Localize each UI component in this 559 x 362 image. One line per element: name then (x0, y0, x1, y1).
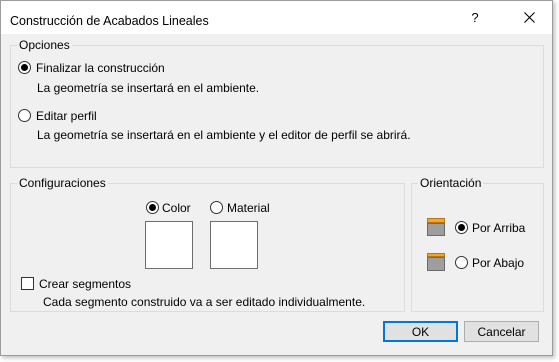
help-button[interactable]: ? (456, 1, 494, 34)
cancel-button[interactable]: Cancelar (464, 321, 539, 342)
material-swatch[interactable] (210, 221, 258, 269)
orientacion-group: Orientación Por Arriba Por Abajo (411, 176, 544, 312)
cancel-button-label: Cancelar (477, 324, 526, 339)
ok-button-label: OK (411, 324, 430, 339)
material-radio[interactable] (210, 201, 223, 214)
configuraciones-group: Configuraciones Color Material Crear seg… (10, 176, 405, 312)
por-abajo-radio[interactable] (455, 256, 468, 269)
color-label[interactable]: Color (162, 201, 191, 215)
editar-label[interactable]: Editar perfil (36, 109, 97, 123)
title-bar: Construcción de Acabados Lineales ? (1, 1, 552, 34)
crear-segmentos-label[interactable]: Crear segmentos (39, 277, 131, 291)
color-swatch[interactable] (145, 221, 193, 269)
help-icon: ? (471, 10, 479, 25)
configuraciones-legend: Configuraciones (17, 176, 108, 190)
orientacion-legend: Orientación (418, 176, 484, 190)
dialog-window: Construcción de Acabados Lineales ? Opci… (0, 0, 553, 356)
editar-description: La geometría se insertará en el ambiente… (37, 128, 411, 142)
close-icon (523, 12, 535, 23)
window-title: Construcción de Acabados Lineales (10, 14, 209, 28)
opciones-group: Opciones Finalizar la construcción La ge… (10, 38, 544, 168)
por-arriba-radio[interactable] (455, 221, 468, 234)
por-arriba-icon (427, 218, 445, 236)
finalizar-radio[interactable] (18, 61, 31, 74)
material-label[interactable]: Material (227, 201, 270, 215)
crear-segmentos-description: Cada segmento construido va a ser editad… (43, 295, 366, 309)
close-button[interactable] (506, 1, 552, 34)
por-abajo-label[interactable]: Por Abajo (472, 256, 524, 270)
crear-segmentos-checkbox[interactable] (21, 277, 34, 290)
por-arriba-label[interactable]: Por Arriba (472, 221, 525, 235)
ok-button[interactable]: OK (383, 321, 458, 342)
finalizar-description: La geometría se insertará en el ambiente… (37, 81, 260, 95)
color-radio[interactable] (146, 201, 159, 214)
finalizar-label[interactable]: Finalizar la construcción (36, 61, 165, 75)
editar-radio[interactable] (18, 109, 31, 122)
opciones-legend: Opciones (17, 38, 72, 52)
por-abajo-icon (427, 253, 445, 271)
